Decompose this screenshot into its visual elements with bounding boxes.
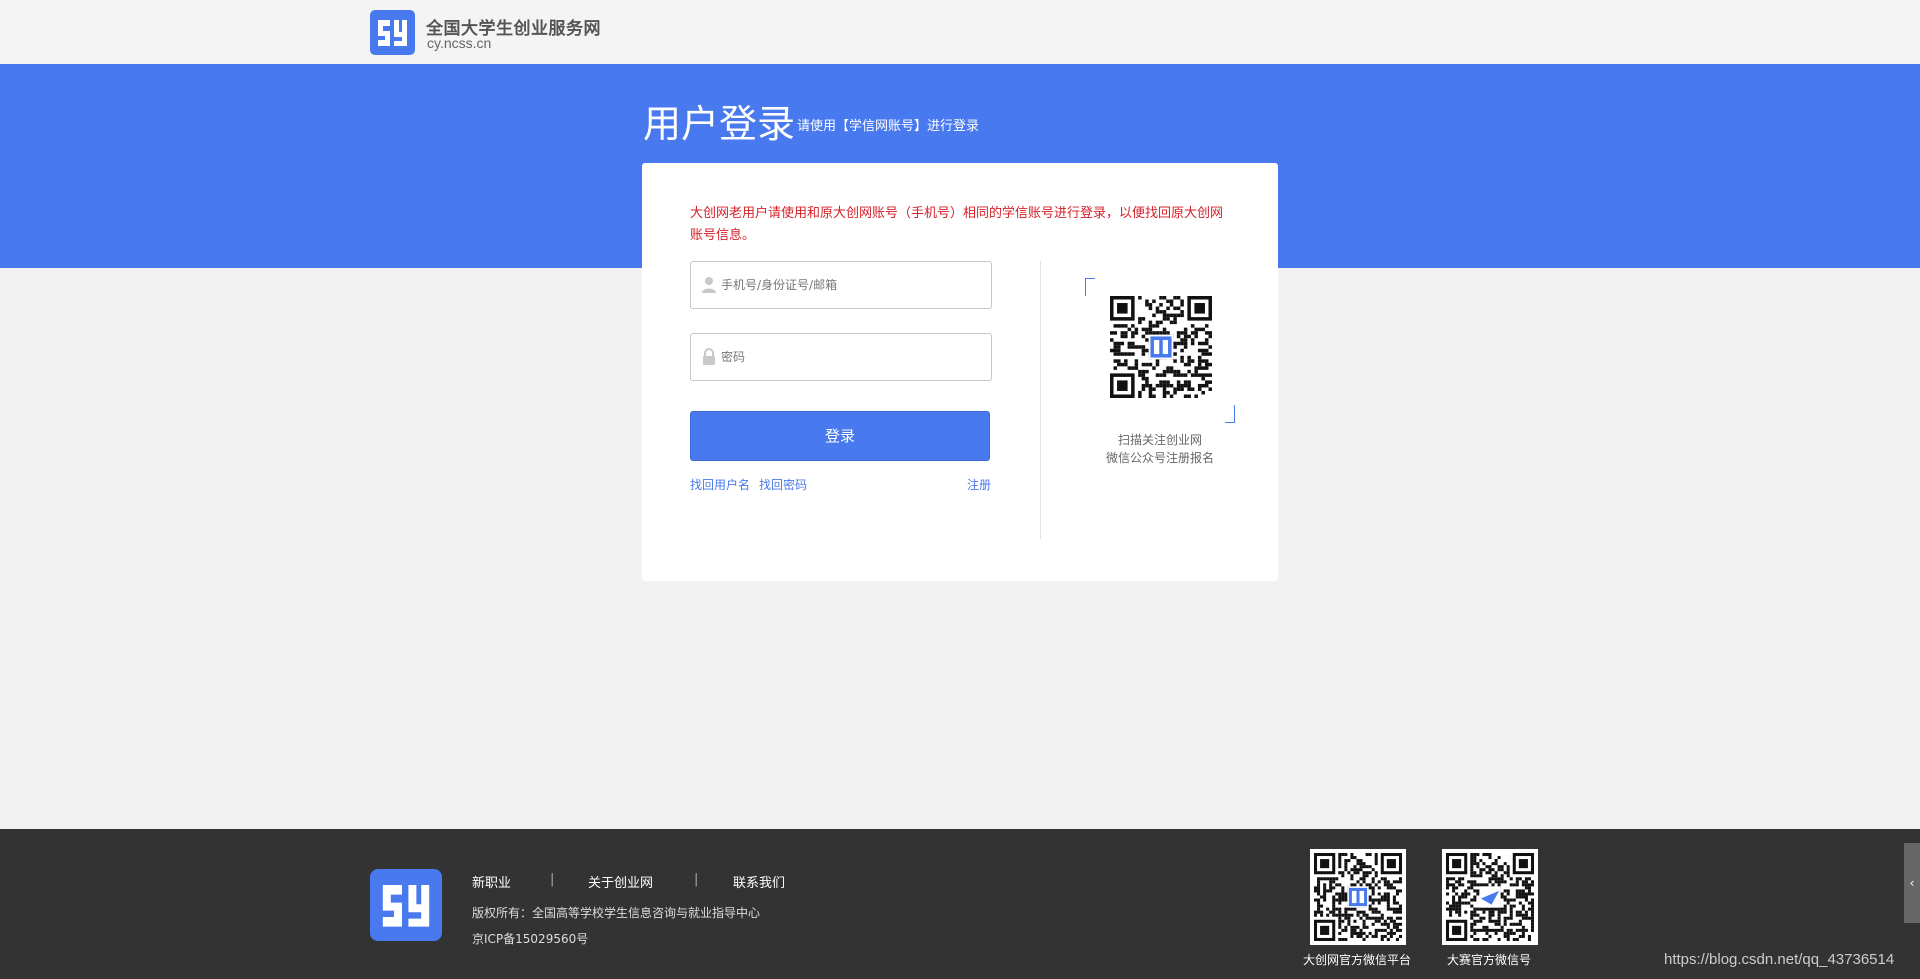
login-button[interactable]: 登录 [690, 411, 990, 461]
username-input[interactable] [721, 262, 983, 308]
find-username-link[interactable]: 找回用户名 [690, 476, 750, 493]
footer: 新职业 | 关于创业网 | 联系我们 版权所有：全国高等学校学生信息咨询与就业指… [0, 829, 1920, 979]
footer-qr-contest-wechat [1442, 849, 1538, 945]
site-domain: cy.ncss.cn [427, 35, 492, 51]
watermark: https://blog.csdn.net/qq_43736514 [1664, 951, 1895, 968]
footer-link-contact[interactable]: 联系我们 [733, 872, 785, 891]
footer-link-new-career[interactable]: 新职业 [472, 872, 511, 891]
page-title: 用户登录 [643, 102, 796, 146]
footer-qr-label-2: 大赛官方微信号 [1447, 953, 1532, 967]
qr-code-icon [1314, 853, 1402, 941]
qr-caption-line-2: 微信公众号注册报名 [1105, 451, 1214, 465]
frame-corner-top-left [1085, 278, 1095, 296]
footer-separator: | [694, 872, 699, 887]
user-icon [702, 277, 716, 293]
password-input[interactable] [721, 334, 983, 380]
side-collapse-tab[interactable]: ‹ [1904, 843, 1920, 923]
frame-corner-bottom-right [1225, 405, 1235, 423]
vertical-divider [1040, 261, 1041, 539]
page-subtitle: 请使用【学信网账号】进行登录 [797, 119, 980, 134]
cy-logo-icon [370, 869, 442, 941]
qr-caption: 扫描关注创业网 微信公众号注册报名 [1060, 431, 1260, 467]
wechat-qr-frame [1085, 278, 1235, 423]
lock-icon [703, 348, 715, 365]
footer-copyright: 版权所有：全国高等学校学生信息咨询与就业指导中心 [472, 906, 761, 920]
qr-code-icon [1446, 853, 1534, 941]
register-link[interactable]: 注册 [967, 476, 991, 493]
footer-link-about[interactable]: 关于创业网 [588, 872, 653, 891]
page: 全国大学生创业服务网 cy.ncss.cn 用户登录 请使用【学信网账号】进行登… [0, 0, 1920, 979]
username-field[interactable] [690, 261, 992, 309]
footer-qr-official-wechat [1310, 849, 1406, 945]
find-password-link[interactable]: 找回密码 [759, 476, 807, 493]
login-card: 大创网老用户请使用和原大创网账号（手机号）相同的学信账号进行登录，以便找回原大创… [642, 163, 1278, 581]
top-header: 全国大学生创业服务网 cy.ncss.cn [0, 0, 1920, 64]
qr-code-icon [1110, 296, 1212, 398]
qr-caption-line-1: 扫描关注创业网 [1117, 433, 1202, 447]
login-notice: 大创网老用户请使用和原大创网账号（手机号）相同的学信账号进行登录，以便找回原大创… [690, 206, 1224, 243]
cy-logo-icon[interactable] [370, 10, 415, 55]
footer-separator: | [550, 872, 555, 887]
footer-qr-label-1: 大创网官方微信平台 [1303, 953, 1412, 967]
footer-icp: 京ICP备15029560号 [472, 932, 589, 946]
password-field[interactable] [690, 333, 992, 381]
